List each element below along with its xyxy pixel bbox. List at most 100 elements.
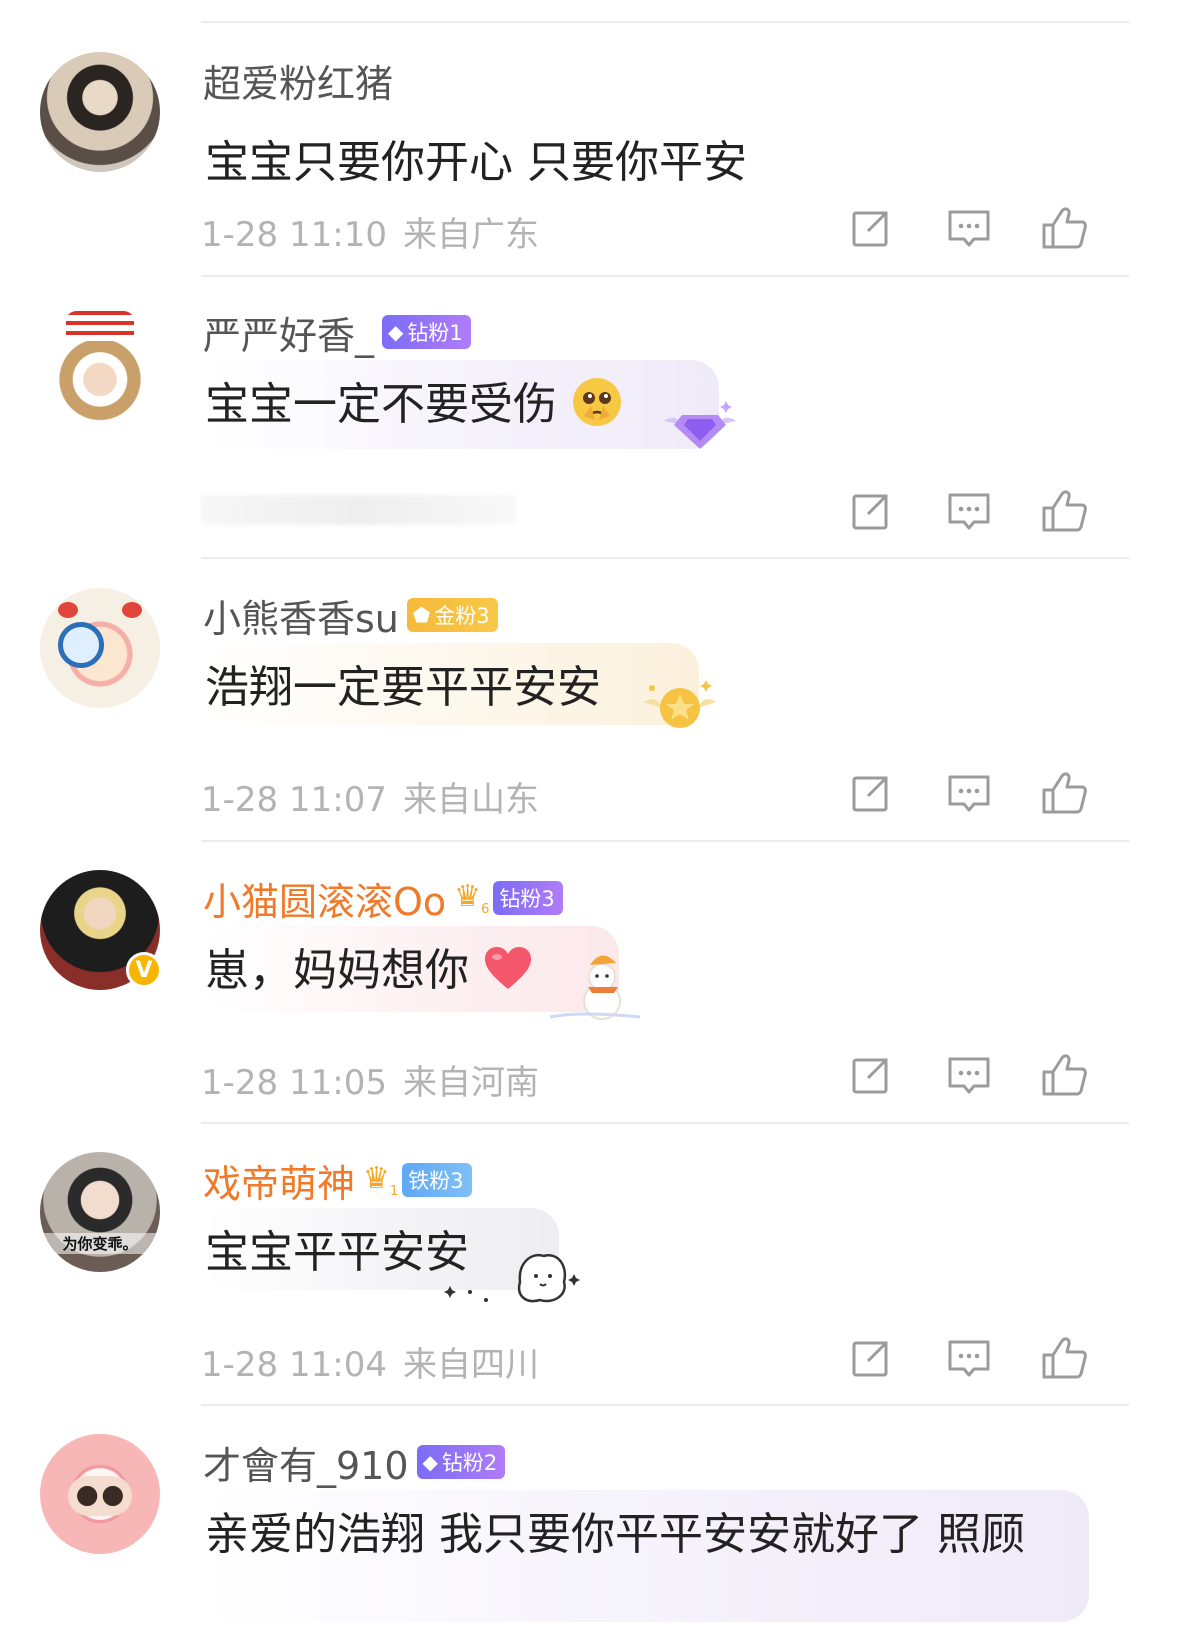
username[interactable]: 戏帝萌神 xyxy=(203,1153,355,1208)
divider xyxy=(201,1122,1129,1124)
share-button[interactable] xyxy=(846,1333,896,1383)
fan-badge[interactable]: ◆ 钻粉1 xyxy=(382,315,471,349)
bunny-ornament xyxy=(440,1242,590,1312)
fan-badge[interactable]: ⬟ 金粉3 xyxy=(406,598,498,632)
avatar-caption: 为你变乖。 xyxy=(40,1233,160,1254)
share-icon xyxy=(852,494,888,530)
comment-text: 亲爱的浩翔 我只要你平平安安就好了 照顾 xyxy=(203,1490,1089,1622)
crown-icon: ♛1 xyxy=(363,1161,399,1199)
comment-text: 宝宝一定不要受伤 xyxy=(205,379,557,430)
diamond-icon: ◆ xyxy=(422,1450,438,1474)
username[interactable]: 小猫圆滚滚Oo xyxy=(203,871,446,926)
share-button[interactable] xyxy=(846,1050,896,1100)
comment-location: 来自四川 xyxy=(402,1345,539,1385)
comment-feed: 超爱粉红猪 宝宝只要你开心 只要你平安 1-28 11:10 来自广东 严严好香… xyxy=(0,0,1179,1638)
comment-meta: 1-28 11:04 来自四川 xyxy=(201,1337,539,1386)
fan-badge[interactable]: 铁粉3 xyxy=(402,1163,472,1197)
share-icon xyxy=(852,1058,888,1094)
like-button[interactable] xyxy=(1040,203,1090,253)
comment-location: 来自山东 xyxy=(402,780,539,820)
username[interactable]: 小熊香香su xyxy=(203,588,399,643)
like-button[interactable] xyxy=(1040,1050,1090,1100)
username[interactable]: 才會有_910 xyxy=(203,1435,409,1490)
comment-icon xyxy=(948,1340,990,1377)
comment-text-bubble: 宝宝一定不要受伤 xyxy=(203,360,719,449)
comment-icon xyxy=(948,1057,990,1094)
gold-gem-icon: ⬟ xyxy=(412,603,431,627)
divider xyxy=(201,21,1129,23)
reply-button[interactable] xyxy=(944,1050,994,1100)
thumbs-up-icon xyxy=(1042,207,1087,249)
gold-bubble-ornament xyxy=(640,676,720,740)
divider xyxy=(201,275,1129,277)
diamond-icon: ◆ xyxy=(388,320,404,344)
username-row: 超爱粉红猪 xyxy=(203,53,393,108)
comment-actions xyxy=(840,203,1100,253)
comment-time: 1-28 11:04 xyxy=(201,1345,387,1385)
share-icon xyxy=(852,776,888,812)
avatar[interactable] xyxy=(40,1434,160,1554)
username[interactable]: 严严好香_ xyxy=(203,305,374,360)
thumbs-up-icon xyxy=(1042,1054,1087,1096)
comment-actions xyxy=(840,1333,1100,1383)
comment-text: 浩翔一定要平平安安 xyxy=(203,643,699,725)
comment-icon xyxy=(948,775,990,812)
share-icon xyxy=(852,1341,888,1377)
username-row: 才會有_910 ◆ 钻粉2 xyxy=(203,1435,506,1490)
like-button[interactable] xyxy=(1040,486,1090,536)
couple-graphic xyxy=(68,1476,132,1516)
reply-button[interactable] xyxy=(944,1333,994,1383)
username-row: 戏帝萌神 ♛1 铁粉3 xyxy=(203,1153,472,1208)
avatar[interactable]: 为你变乖。 xyxy=(40,1152,160,1272)
thumbs-up-icon xyxy=(1042,1337,1087,1379)
like-button[interactable] xyxy=(1040,1333,1090,1383)
username-row: 严严好香_ ◆ 钻粉1 xyxy=(203,305,471,360)
diamond-bubble-ornament xyxy=(660,395,740,459)
thumbs-up-icon xyxy=(1042,772,1087,814)
comment-text: 崽，妈妈想你 xyxy=(205,945,469,996)
fan-badge[interactable]: ◆ 钻粉2 xyxy=(416,1445,506,1479)
comment-time: 1-28 11:05 xyxy=(201,1063,387,1103)
verified-badge: V xyxy=(126,952,162,988)
magnifier-graphic xyxy=(58,622,104,668)
comment-icon xyxy=(948,493,990,530)
username[interactable]: 超爱粉红猪 xyxy=(203,53,393,108)
avatar[interactable] xyxy=(40,588,160,708)
chef-hat xyxy=(66,311,134,341)
reply-button[interactable] xyxy=(944,768,994,818)
username-row: 小熊香香su ⬟ 金粉3 xyxy=(203,588,498,643)
username-row: 小猫圆滚滚Oo ♛6 钻粉3 xyxy=(203,871,563,926)
share-icon xyxy=(852,211,888,247)
comment-location: 来自广东 xyxy=(402,215,539,255)
comment-meta: 1-28 11:10 来自广东 xyxy=(201,207,539,256)
share-button[interactable] xyxy=(846,203,896,253)
comment-location: 来自河南 xyxy=(402,1063,539,1103)
share-button[interactable] xyxy=(846,486,896,536)
divider xyxy=(201,1404,1129,1406)
pleading-face-emoji xyxy=(571,376,623,439)
like-button[interactable] xyxy=(1040,768,1090,818)
comment-actions xyxy=(840,1050,1100,1100)
snowman-ornament xyxy=(540,945,650,1029)
comment-actions xyxy=(840,768,1100,818)
comment-time: 1-28 11:07 xyxy=(201,780,387,820)
divider xyxy=(201,557,1129,559)
comment-icon xyxy=(948,210,990,247)
comment-text: 宝宝只要你开心 只要你平安 xyxy=(205,137,747,188)
thumbs-up-icon xyxy=(1042,490,1087,532)
hair-bow xyxy=(58,602,78,618)
reply-button[interactable] xyxy=(944,203,994,253)
comment-actions xyxy=(840,486,1100,536)
heart-emoji xyxy=(483,945,533,1002)
fan-badge[interactable]: 钻粉3 xyxy=(493,881,563,915)
comment-meta: 1-28 11:05 来自河南 xyxy=(201,1055,539,1104)
crown-icon: ♛6 xyxy=(454,879,490,917)
avatar[interactable]: V xyxy=(40,870,162,990)
reply-button[interactable] xyxy=(944,486,994,536)
comment-meta: 1-28 11:07 来自山东 xyxy=(201,772,539,821)
avatar[interactable] xyxy=(40,305,160,425)
share-button[interactable] xyxy=(846,768,896,818)
avatar[interactable] xyxy=(40,52,160,172)
comment-time: 1-28 11:10 xyxy=(201,215,387,255)
hidden-meta xyxy=(201,495,517,525)
